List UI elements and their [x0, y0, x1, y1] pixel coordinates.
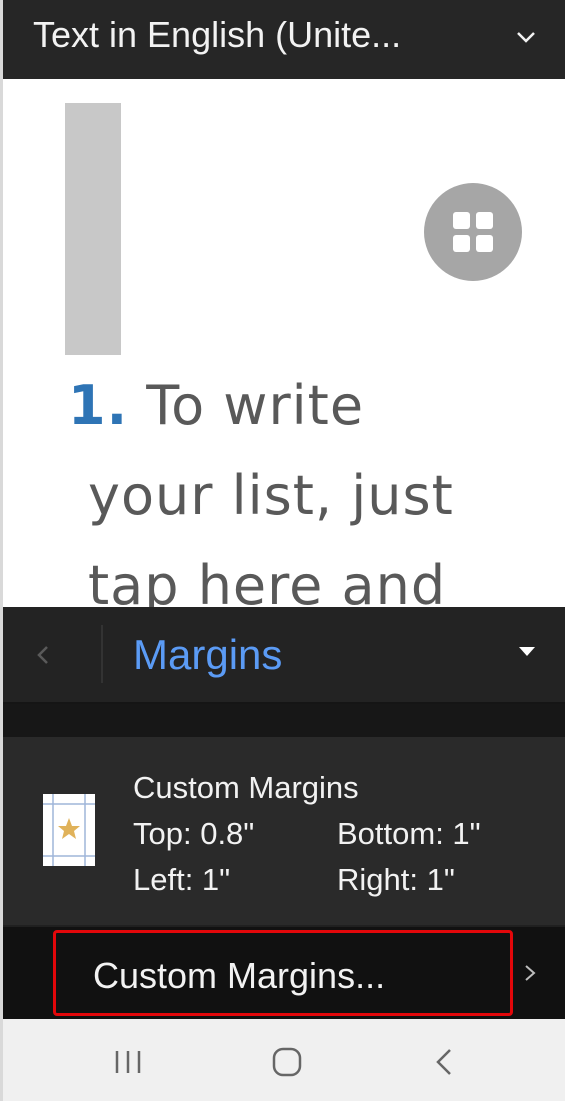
list-line-text: To write	[146, 374, 365, 437]
grid-icon[interactable]	[424, 183, 522, 281]
list-text[interactable]: 1. To write your list, just tap here and	[68, 361, 538, 607]
list-line-2: your list, just	[88, 464, 454, 527]
pane-header: Margins	[3, 607, 565, 704]
list-line-3: tap here and	[88, 554, 447, 607]
margin-left-value: Left: 1"	[133, 862, 231, 897]
margins-page-icon	[43, 794, 95, 866]
list-line-1: 1. To write	[68, 361, 538, 451]
custom-margins-option[interactable]: Custom Margins Top: 0.8" Bottom: 1" Left…	[3, 737, 565, 927]
list-number: 1.	[68, 374, 129, 437]
header-divider	[101, 625, 103, 683]
language-title: Text in English (Unite...	[33, 14, 402, 55]
margin-right-value: Right: 1"	[337, 862, 455, 897]
custom-margins-button[interactable]: Custom Margins...	[53, 930, 513, 1016]
margin-bottom-value: Bottom: 1"	[337, 816, 481, 851]
option-title: Custom Margins	[133, 770, 359, 805]
margins-pane: Margins Custom Margins Top: 0.8" Bottom:…	[3, 607, 565, 1019]
document-canvas[interactable]: 1. To write your list, just tap here and	[3, 79, 565, 607]
chevron-left-icon[interactable]	[33, 644, 53, 666]
image-placeholder	[65, 103, 121, 355]
chevron-down-icon[interactable]	[515, 26, 537, 48]
language-bar[interactable]: Text in English (Unite...	[3, 0, 565, 79]
back-icon[interactable]	[433, 1047, 455, 1082]
system-navbar	[3, 1019, 565, 1101]
pane-title[interactable]: Margins	[133, 631, 282, 679]
chevron-right-icon[interactable]	[523, 963, 537, 983]
recent-apps-icon[interactable]	[113, 1049, 143, 1080]
custom-margins-label: Custom Margins...	[93, 955, 386, 996]
divider	[3, 704, 565, 737]
home-icon[interactable]	[271, 1046, 303, 1083]
caret-down-icon[interactable]	[519, 647, 535, 656]
margin-top-value: Top: 0.8"	[133, 816, 255, 851]
custom-margins-row: Custom Margins...	[3, 927, 565, 1019]
